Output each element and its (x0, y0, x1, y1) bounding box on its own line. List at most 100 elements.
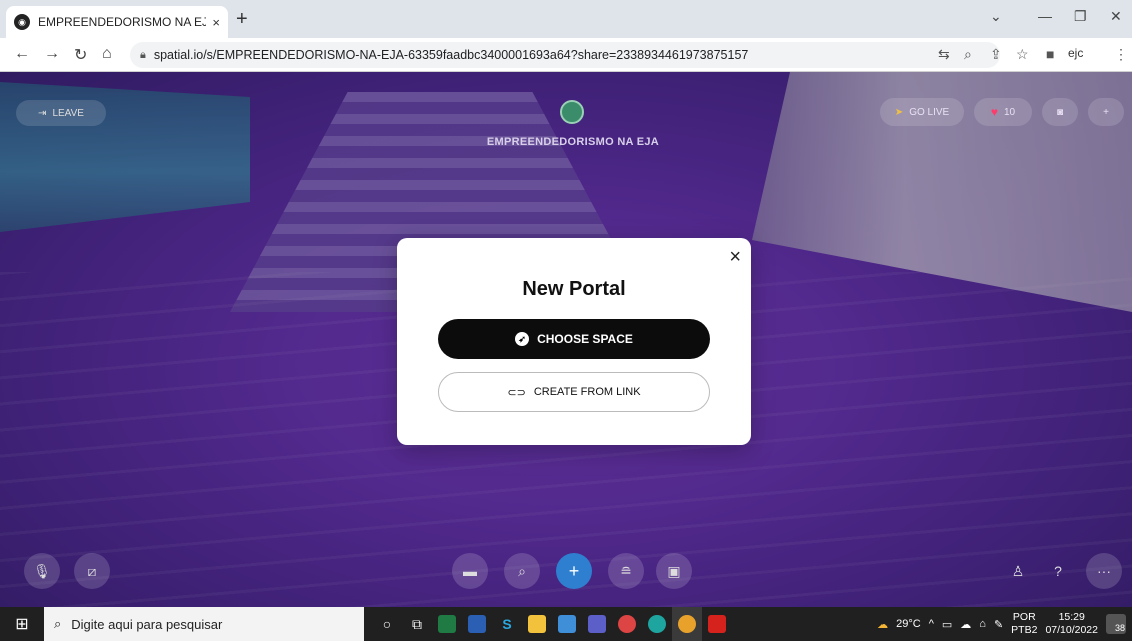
browser-tab-bar: ◉ EMPREENDEDORISMO NA EJA | × + ⌄ — ❐ ✕ (0, 0, 1132, 38)
chrome-icon[interactable] (672, 607, 702, 641)
help-button[interactable]: ? (1040, 553, 1076, 589)
camera-button[interactable]: ◙ (1042, 98, 1078, 126)
camera-icon: ◙ (1056, 106, 1064, 118)
tray-chevron-icon[interactable]: ^ (929, 618, 934, 630)
system-tray: ☁ 29°C ^ ▭ ☁ ⌂ ✎ POR PTB2 15:29 07/10/20… (877, 607, 1132, 641)
link-icon: ⊂⊃ (507, 386, 526, 399)
close-icon[interactable]: × (729, 246, 741, 269)
pen-icon[interactable]: ✎ (994, 618, 1003, 631)
close-window-icon[interactable]: ✕ (1110, 8, 1122, 25)
mic-off-icon: 🎙︎ (33, 562, 51, 579)
clock[interactable]: 15:29 07/10/2022 (1045, 611, 1098, 637)
tab-search-chevron-icon[interactable]: ⌄ (990, 8, 1002, 25)
dialog-title: New Portal (522, 278, 626, 300)
camera-off-button[interactable]: ⧄ (74, 553, 110, 589)
address-bar: ← → ↻ ⌂ 🔒︎ spatial.io/s/EMPREENDEDORISMO… (0, 38, 1132, 72)
date: 07/10/2022 (1045, 624, 1098, 636)
acrobat-icon[interactable] (702, 607, 732, 641)
onedrive-icon[interactable]: ☁ (960, 618, 971, 631)
language-indicator[interactable]: POR PTB2 (1011, 611, 1037, 637)
folder-icon: ▬ (463, 563, 477, 579)
mic-off-button[interactable]: 🎙︎ (24, 553, 60, 589)
compass-icon: ➶ (515, 332, 530, 346)
back-icon[interactable]: ← (14, 45, 30, 63)
broadcast-icon: ➤ (894, 106, 904, 118)
avatar-pose-button[interactable]: ♙ (1000, 553, 1036, 589)
chat-button[interactable]: ▣ (656, 553, 692, 589)
go-live-label: GO LIVE (909, 106, 950, 118)
cortana-icon[interactable]: ○ (372, 607, 402, 641)
sidepanel-icon[interactable]: ■ (1046, 46, 1054, 62)
choose-space-label: CHOOSE SPACE (537, 332, 633, 346)
notifications-icon[interactable]: 38 (1106, 614, 1126, 634)
url-field[interactable]: 🔒︎ spatial.io/s/EMPREENDEDORISMO-NA-EJA-… (130, 42, 1000, 68)
zoom-icon[interactable]: ⌕ (964, 46, 972, 63)
space-name: EMPREENDEDORISMO NA EJA (486, 136, 660, 148)
spatial-favicon-icon: ◉ (14, 14, 30, 30)
extension-icon[interactable]: ejc (1068, 46, 1083, 60)
excel-icon[interactable] (432, 607, 462, 641)
edge-icon[interactable] (642, 607, 672, 641)
windows-start-icon[interactable]: ⊞ (0, 607, 44, 641)
person-icon: ♙ (1011, 562, 1025, 579)
browser-tab[interactable]: ◉ EMPREENDEDORISMO NA EJA | × (6, 6, 228, 38)
choose-space-button[interactable]: ➶ CHOOSE SPACE (438, 319, 710, 359)
add-content-button[interactable]: + (556, 553, 592, 589)
likes-count: 10 (1004, 106, 1016, 118)
network-icon[interactable]: ⌂ (979, 618, 986, 630)
leave-button[interactable]: ⇥ LEAVE (16, 100, 106, 126)
url-text: spatial.io/s/EMPREENDEDORISMO-NA-EJA-633… (153, 48, 749, 62)
home-icon[interactable]: ⌂ (102, 45, 112, 63)
exit-icon: ⇥ (38, 107, 47, 119)
sway-icon[interactable]: S (492, 607, 522, 641)
language-bottom: PTB2 (1011, 624, 1038, 636)
bookmark-star-icon[interactable]: ☆ (1016, 46, 1029, 63)
reactions-icon: ≘ (620, 562, 632, 579)
new-tab-button[interactable]: + (236, 9, 248, 29)
create-from-link-button[interactable]: ⊂⊃ CREATE FROM LINK (438, 372, 710, 412)
menu-kebab-icon[interactable]: ⋮ (1114, 46, 1128, 63)
heart-icon: ♥ (990, 105, 998, 119)
teams-icon[interactable] (582, 607, 612, 641)
go-live-button[interactable]: ➤ GO LIVE (880, 98, 964, 126)
temperature[interactable]: 29°C (896, 618, 921, 630)
word-icon[interactable] (462, 607, 492, 641)
space-logo[interactable] (560, 100, 584, 124)
new-portal-dialog: × New Portal ➶ CHOOSE SPACE ⊂⊃ CREATE FR… (397, 238, 751, 445)
restore-icon[interactable]: ❐ (1074, 8, 1087, 25)
more-options-button[interactable]: ··· (1086, 553, 1122, 589)
tab-title: EMPREENDEDORISMO NA EJA | (38, 15, 207, 29)
forward-icon[interactable]: → (44, 45, 60, 63)
leave-label: LEAVE (52, 107, 84, 119)
plus-icon: + (568, 560, 580, 581)
task-view-icon[interactable]: ⧉ (402, 607, 432, 641)
emoji-button[interactable]: ≘ (608, 553, 644, 589)
language-top: POR (1012, 611, 1036, 623)
invite-button[interactable]: + (1088, 98, 1124, 126)
minimize-icon[interactable]: — (1038, 8, 1052, 24)
video-off-icon: ⧄ (87, 562, 97, 579)
battery-icon[interactable]: ▭ (942, 618, 952, 631)
chrome-alt-icon[interactable] (612, 607, 642, 641)
lock-icon: 🔒︎ (140, 48, 146, 61)
notifications-count: 38 (1114, 623, 1125, 633)
store-icon[interactable] (552, 607, 582, 641)
taskbar-search[interactable]: ⌕ Digite aqui para pesquisar (44, 607, 364, 641)
file-explorer-icon[interactable] (522, 607, 552, 641)
weather-icon[interactable]: ☁ (877, 618, 888, 631)
tab-close-icon[interactable]: × (212, 15, 220, 30)
spatial-3d-scene[interactable]: ⇥ LEAVE EMPREENDEDORISMO NA EJA ➤ GO LIV… (0, 72, 1132, 607)
taskbar-search-placeholder: Digite aqui para pesquisar (71, 616, 223, 632)
help-icon: ? (1054, 563, 1062, 579)
search-icon: ⌕ (54, 616, 62, 631)
more-icon: ··· (1097, 563, 1111, 579)
time: 15:29 (1058, 611, 1085, 623)
share-icon[interactable]: ⇪ (990, 46, 1002, 63)
reload-icon[interactable]: ↻ (74, 45, 87, 65)
create-from-link-label: CREATE FROM LINK (533, 386, 641, 398)
translate-icon[interactable]: ⇆ (938, 46, 950, 63)
windows-taskbar: ⊞ ⌕ Digite aqui para pesquisar ○ ⧉ S ☁ 2… (0, 607, 1132, 641)
search-button[interactable]: ⌕ (504, 553, 540, 589)
likes-button[interactable]: ♥ 10 (974, 98, 1032, 126)
share-screen-button[interactable]: ▬ (452, 553, 488, 589)
